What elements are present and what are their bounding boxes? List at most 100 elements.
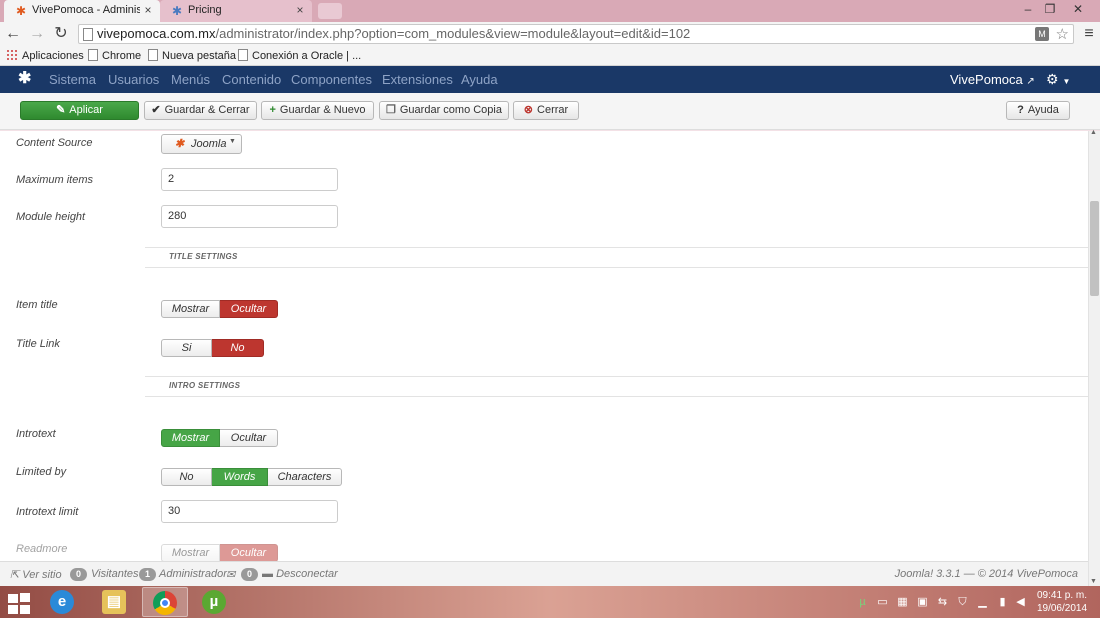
clock-date: 19/06/2014: [1036, 603, 1088, 614]
admin-status-bar: ⇱ Ver sitio 0 Visitantes 1 Administrador…: [0, 561, 1088, 586]
tray-battery-icon[interactable]: ▮: [996, 596, 1009, 608]
nav-ayuda[interactable]: Ayuda: [461, 72, 498, 87]
nav-menus[interactable]: Menús: [171, 72, 210, 87]
maximize-icon[interactable]: ❐: [1040, 2, 1060, 16]
save-close-button[interactable]: ✔ Guardar & Cerrar: [144, 101, 257, 120]
scroll-up-icon[interactable]: ▲: [1090, 129, 1097, 136]
joomla-admin-nav: ✱ Sistema Usuarios Menús Contenido Compo…: [0, 66, 1100, 93]
scroll-down-icon[interactable]: ▼: [1090, 578, 1097, 585]
module-height-input[interactable]: 280: [161, 205, 338, 228]
title-link-no[interactable]: No: [212, 339, 264, 357]
admins-label: Administrador: [159, 568, 227, 580]
bookmark-apps[interactable]: Aplicaciones: [6, 49, 84, 62]
windows-start-icon[interactable]: [6, 592, 34, 614]
limited-by-no[interactable]: No: [161, 468, 212, 486]
close-button[interactable]: ⊗ Cerrar: [513, 101, 579, 120]
extension-icon[interactable]: M: [1035, 27, 1049, 41]
apply-button[interactable]: ✎ Aplicar: [20, 101, 139, 120]
bookmark-chrome[interactable]: Chrome: [88, 49, 141, 62]
url-text: vivepomoca.com.mx/administrator/index.ph…: [97, 26, 691, 41]
content-source-select[interactable]: ✱ Joomla ▼: [161, 134, 242, 154]
external-link-icon: ⇱: [10, 569, 20, 581]
nav-contenido[interactable]: Contenido: [222, 72, 281, 87]
limited-by-toggle: No Words Characters: [161, 468, 342, 486]
visitors-count-badge: 0: [70, 568, 87, 581]
scrollbar-thumb[interactable]: [1090, 201, 1099, 296]
logout-link[interactable]: ▬ Desconectar: [262, 568, 338, 580]
minimize-icon[interactable]: –: [1018, 2, 1038, 16]
back-icon[interactable]: ←: [4, 25, 22, 43]
tray-utorrent-icon[interactable]: µ: [856, 596, 869, 608]
bookmark-star-icon[interactable]: ☆: [1056, 25, 1069, 43]
admins-count-badge: 1: [139, 568, 156, 581]
tray-keyboard-icon[interactable]: ▦: [896, 596, 909, 608]
nav-extensiones[interactable]: Extensiones: [382, 72, 453, 87]
tray-monitor-icon[interactable]: ▭: [876, 596, 889, 608]
window-close-icon[interactable]: ✕: [1068, 2, 1088, 16]
browser-tab-pricing[interactable]: ✱ Pricing ×: [160, 0, 312, 22]
tray-shield-icon[interactable]: ⛉: [956, 596, 969, 608]
address-bar[interactable]: vivepomoca.com.mx/administrator/index.ph…: [78, 24, 1074, 44]
taskbar-clock[interactable]: 09:41 p. m. 19/06/2014: [1036, 589, 1088, 615]
joomla-logo-icon[interactable]: ✱: [18, 71, 34, 87]
cancel-icon: ⊗: [523, 104, 534, 116]
maximum-items-input[interactable]: 2: [161, 168, 338, 191]
tab-close-icon[interactable]: ×: [294, 3, 306, 17]
limited-by-characters[interactable]: Characters: [268, 468, 342, 486]
introtext-hide[interactable]: Ocultar: [220, 429, 278, 447]
limited-by-words[interactable]: Words: [212, 468, 268, 486]
readmore-hide[interactable]: Ocultar: [220, 544, 278, 561]
intro-settings-header: INTRO SETTINGS: [145, 376, 1088, 397]
question-icon: ?: [1017, 104, 1024, 116]
tray-display-icon[interactable]: ▣: [916, 596, 929, 608]
new-tab-button[interactable]: [318, 3, 342, 19]
taskbar-explorer[interactable]: ▤: [92, 587, 138, 617]
internet-explorer-icon: e: [50, 590, 74, 614]
chrome-icon: [153, 591, 177, 615]
tray-network-icon[interactable]: ▁: [976, 596, 989, 608]
visitors-label: Visitantes: [91, 568, 139, 580]
introtext-limit-label: Introtext limit: [16, 506, 79, 518]
title-link-yes[interactable]: Si: [161, 339, 212, 357]
reload-icon[interactable]: ↻: [52, 25, 70, 43]
save-copy-button[interactable]: ❐ Guardar como Copia: [379, 101, 509, 120]
clock-time: 09:41 p. m.: [1036, 590, 1088, 601]
joomla-toolbar: ✎ Aplicar ✔ Guardar & Cerrar + Guardar & Nu…: [0, 93, 1100, 130]
gear-icon[interactable]: ⚙ ▼: [1046, 71, 1070, 88]
introtext-show[interactable]: Mostrar: [161, 429, 220, 447]
apps-grid-icon: [6, 49, 17, 60]
copy-icon: ❐: [386, 104, 396, 116]
taskbar-utorrent[interactable]: µ: [192, 587, 238, 617]
windows-taskbar: e ▤ µ µ ▭ ▦ ▣ ⇆ ⛉ ▁ ▮ ◀ 09:41 p. m. 19/0…: [0, 586, 1100, 618]
joomla-favicon-icon: ✱: [171, 4, 183, 18]
tray-arrow-icon[interactable]: ⇆: [936, 596, 949, 608]
tray-volume-icon[interactable]: ◀: [1014, 596, 1027, 608]
item-title-hide[interactable]: Ocultar: [220, 300, 278, 318]
view-site-link[interactable]: ⇱ Ver sitio: [10, 568, 62, 581]
page-scrollbar[interactable]: ▲ ▼: [1088, 129, 1100, 586]
bookmarks-bar: Aplicaciones Chrome Nueva pestaña Conexi…: [0, 46, 1100, 66]
introtext-label: Introtext: [16, 428, 56, 440]
nav-componentes[interactable]: Componentes: [291, 72, 372, 87]
introtext-limit-input[interactable]: 30: [161, 500, 338, 523]
bookmark-new-tab[interactable]: Nueva pestaña: [148, 49, 236, 62]
plus-icon: +: [269, 104, 276, 116]
taskbar-chrome[interactable]: [142, 587, 188, 617]
nav-usuarios[interactable]: Usuarios: [108, 72, 159, 87]
introtext-toggle: Mostrar Ocultar: [161, 429, 278, 447]
item-title-label: Item title: [16, 299, 58, 311]
help-button[interactable]: ? Ayuda: [1006, 101, 1070, 120]
browser-tab-admin[interactable]: ✱ VivePomoca - Administra ×: [4, 0, 160, 22]
caret-down-icon: ▼: [229, 138, 236, 145]
bookmark-oracle[interactable]: Conexión a Oracle | ...: [238, 49, 361, 62]
save-new-button[interactable]: + Guardar & Nuevo: [261, 101, 374, 120]
chrome-menu-icon[interactable]: ≡: [1080, 25, 1098, 43]
page-icon: [83, 28, 93, 41]
item-title-show[interactable]: Mostrar: [161, 300, 220, 318]
taskbar-ie[interactable]: e: [40, 587, 86, 617]
nav-sistema[interactable]: Sistema: [49, 72, 96, 87]
tab-close-icon[interactable]: ×: [142, 3, 154, 17]
readmore-show[interactable]: Mostrar: [161, 544, 220, 561]
site-name-link[interactable]: VivePomoca ↗: [950, 72, 1035, 87]
forward-icon[interactable]: →: [28, 25, 46, 43]
